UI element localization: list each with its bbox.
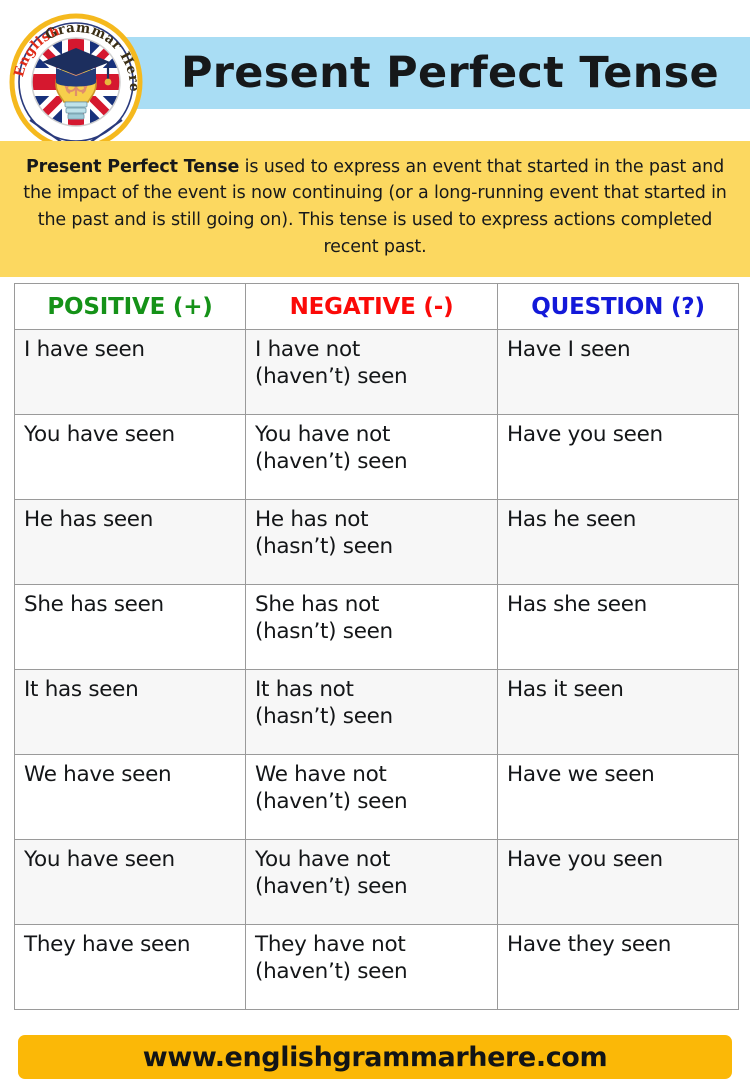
cell-negative-line2: (hasn’t) seen	[255, 619, 393, 645]
table-row: I have seen I have not (haven’t) seen Hav…	[14, 329, 739, 415]
table-header: POSITIVE (+) NEGATIVE (-) QUESTION (?)	[14, 283, 739, 330]
cell-positive: He has seen	[14, 499, 246, 585]
cell-negative: You have not (haven’t) seen	[245, 839, 498, 925]
cell-negative: You have not (haven’t) seen	[245, 414, 498, 500]
cell-positive: They have seen	[14, 924, 246, 1010]
cell-negative-line2: (haven’t) seen	[255, 449, 408, 475]
footer-url-text: www.englishgrammarhere.com	[142, 1041, 608, 1073]
cell-negative-line1: They have not	[255, 932, 406, 957]
page-title: Present Perfect Tense	[180, 48, 719, 98]
table-row: She has seen She has not (hasn’t) seen Ha…	[14, 584, 739, 670]
table-row: We have seen We have not (haven’t) seen H…	[14, 754, 739, 840]
cell-negative-line1: You have not	[255, 422, 391, 447]
english-grammar-here-logo: English Grammar Here.Com	[8, 12, 144, 148]
cell-question: Have I seen	[497, 329, 739, 415]
cell-negative-line2: (haven’t) seen	[255, 789, 408, 815]
cell-negative-line1: It has not	[255, 677, 354, 702]
cell-negative-line2: (haven’t) seen	[255, 364, 408, 390]
table-row: It has seen It has not (hasn’t) seen Has …	[14, 669, 739, 755]
present-perfect-tense-infographic: Present Perfect Tense English Grammar He…	[0, 0, 750, 1087]
table-header-row: POSITIVE (+) NEGATIVE (-) QUESTION (?)	[14, 283, 739, 330]
cell-question: Have you seen	[497, 414, 739, 500]
table-body: I have seen I have not (haven’t) seen Hav…	[14, 329, 739, 1010]
cell-positive: She has seen	[14, 584, 246, 670]
cell-negative-line1: She has not	[255, 592, 380, 617]
cell-negative-line1: I have not	[255, 337, 360, 362]
cell-question: Have we seen	[497, 754, 739, 840]
intro-paragraph: Present Perfect Tense is used to express…	[16, 154, 734, 260]
cell-question: Has he seen	[497, 499, 739, 585]
footer-url-bar[interactable]: www.englishgrammarhere.com	[18, 1035, 732, 1079]
cell-positive: We have seen	[14, 754, 246, 840]
cell-negative-line1: You have not	[255, 847, 391, 872]
cell-positive: It has seen	[14, 669, 246, 755]
table-row: They have seen They have not (haven’t) se…	[14, 924, 739, 1010]
table-row: You have seen You have not (haven’t) seen…	[14, 414, 739, 500]
column-header-question: QUESTION (?)	[497, 283, 739, 330]
column-header-positive: POSITIVE (+)	[14, 283, 246, 330]
cell-negative: He has not (hasn’t) seen	[245, 499, 498, 585]
cell-negative-line2: (hasn’t) seen	[255, 534, 393, 560]
cell-positive: I have seen	[14, 329, 246, 415]
cell-negative-line1: We have not	[255, 762, 387, 787]
cell-negative: She has not (hasn’t) seen	[245, 584, 498, 670]
conjugation-table: POSITIVE (+) NEGATIVE (-) QUESTION (?) I…	[14, 283, 739, 1010]
table-row: You have seen You have not (haven’t) seen…	[14, 839, 739, 925]
cell-question: Has it seen	[497, 669, 739, 755]
intro-description-box: Present Perfect Tense is used to express…	[0, 141, 750, 277]
cell-negative-line1: He has not	[255, 507, 369, 532]
cell-negative-line2: (haven’t) seen	[255, 874, 408, 900]
cell-negative: We have not (haven’t) seen	[245, 754, 498, 840]
column-header-negative: NEGATIVE (-)	[245, 283, 498, 330]
cell-question: Have they seen	[497, 924, 739, 1010]
cell-positive: You have seen	[14, 414, 246, 500]
cell-negative-line2: (haven’t) seen	[255, 959, 408, 985]
cell-negative: I have not (haven’t) seen	[245, 329, 498, 415]
table-row: He has seen He has not (hasn’t) seen Has …	[14, 499, 739, 585]
cell-negative-line2: (hasn’t) seen	[255, 704, 393, 730]
cell-question: Has she seen	[497, 584, 739, 670]
conjugation-table-wrapper: POSITIVE (+) NEGATIVE (-) QUESTION (?) I…	[14, 283, 739, 1010]
intro-lead-term: Present Perfect Tense	[25, 156, 240, 177]
cell-negative: They have not (haven’t) seen	[245, 924, 498, 1010]
cell-question: Have you seen	[497, 839, 739, 925]
cell-negative: It has not (hasn’t) seen	[245, 669, 498, 755]
cell-positive: You have seen	[14, 839, 246, 925]
